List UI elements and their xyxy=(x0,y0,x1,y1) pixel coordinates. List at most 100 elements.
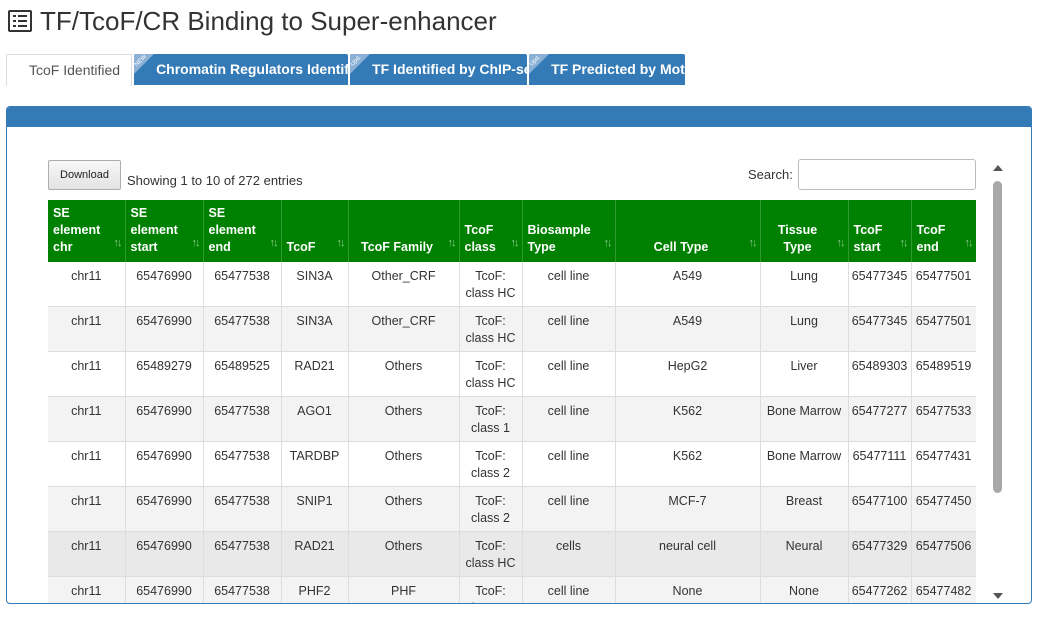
table-cell: AGO1 xyxy=(281,396,349,442)
column-header[interactable]: Cell Type ↑↓ xyxy=(615,200,761,262)
page-title: TF/TcoF/CR Binding to Super-enhancer xyxy=(40,5,497,36)
table-cell: TARDBP xyxy=(281,441,349,487)
table-cell: 65477262 xyxy=(848,576,912,603)
table-cell: chr11 xyxy=(48,351,126,397)
table-cell: A549 xyxy=(615,306,761,352)
sort-icon[interactable]: ↑↓ xyxy=(749,235,758,252)
column-header[interactable]: SE element end ↑↓ xyxy=(203,200,282,262)
sort-icon[interactable]: ↑↓ xyxy=(448,235,457,252)
table-cell: 65477329 xyxy=(848,531,912,577)
scroll-up-arrow-icon[interactable] xyxy=(993,165,1003,171)
sort-icon[interactable]: ↑↓ xyxy=(337,235,346,252)
tab-tf-chipseq[interactable]: Upd. TF Identified by ChIP-seq xyxy=(350,54,528,85)
search-input[interactable] xyxy=(798,159,976,190)
scroll-down-arrow-icon[interactable] xyxy=(993,593,1003,599)
column-header[interactable]: Tissue Type ↑↓ xyxy=(760,200,849,262)
table-cell: 65477450 xyxy=(911,486,976,532)
table-cell: neural cell xyxy=(615,531,761,577)
panel-body: Download Showing 1 to 10 of 272 entries … xyxy=(7,127,1031,603)
tab-bar: TcoF Identified NEW Chromatin Regulators… xyxy=(6,54,687,86)
tab-label: TcoF Identified xyxy=(29,62,121,78)
results-panel: Download Showing 1 to 10 of 272 entries … xyxy=(6,106,1032,604)
column-header-label: Biosample Type xyxy=(527,223,591,254)
table-cell: 65489519 xyxy=(911,351,976,397)
download-button[interactable]: Download xyxy=(48,160,121,190)
sort-icon[interactable]: ↑↓ xyxy=(270,235,279,252)
table-cell: 65477506 xyxy=(911,531,976,577)
panel-heading xyxy=(7,107,1031,127)
column-header[interactable]: TcoF ↑↓ xyxy=(281,200,349,262)
table-cell: Bone Marrow xyxy=(760,441,849,487)
table-row[interactable]: chr11 65476990 65477538 SIN3A Other_CRF TcoF:… xyxy=(48,306,976,352)
column-header[interactable]: TcoF start ↑↓ xyxy=(848,200,912,262)
table-cell: 65477482 xyxy=(911,576,976,603)
sort-icon[interactable]: ↑↓ xyxy=(837,235,846,252)
tab-label: TF Identified by ChIP-seq xyxy=(372,61,528,77)
sort-icon[interactable]: ↑↓ xyxy=(900,235,909,252)
column-header-label: TcoF Family xyxy=(360,240,433,254)
table-cell: 65476990 xyxy=(125,396,204,442)
table-cell: Lung xyxy=(760,262,849,307)
sort-icon[interactable]: ↑↓ xyxy=(511,235,520,252)
table-cell: TcoF: class HC xyxy=(459,576,523,603)
table-cell: 65477111 xyxy=(848,441,912,487)
table-body: chr11 65476990 65477538 SIN3A Other_CRF TcoF:… xyxy=(48,262,976,603)
table-cell: 65477100 xyxy=(848,486,912,532)
table-cell: TcoF: class HC xyxy=(459,531,523,577)
table-cell: 65476990 xyxy=(125,576,204,603)
table-cell: MCF-7 xyxy=(615,486,761,532)
table-cell: cell line xyxy=(522,262,616,307)
sort-icon[interactable]: ↑↓ xyxy=(114,235,123,252)
table-cell: 65489525 xyxy=(203,351,282,397)
table-cell: chr11 xyxy=(48,486,126,532)
tab-tcof-identified[interactable]: TcoF Identified xyxy=(6,54,133,86)
table-cell: TcoF: class HC xyxy=(459,351,523,397)
table-cell: RAD21 xyxy=(281,531,349,577)
table-cell: chr11 xyxy=(48,262,126,307)
column-header[interactable]: SE element start ↑↓ xyxy=(125,200,204,262)
table-cell: Lung xyxy=(760,306,849,352)
table-cell: SIN3A xyxy=(281,306,349,352)
tab-tf-motif[interactable]: Upd. TF Predicted by Motif xyxy=(529,54,686,85)
table-cell: 65476990 xyxy=(125,531,204,577)
table-cell: SNIP1 xyxy=(281,486,349,532)
column-header[interactable]: TcoF end ↑↓ xyxy=(911,200,976,262)
table-row[interactable]: chr11 65489279 65489525 RAD21 Others TcoF: cl… xyxy=(48,351,976,397)
table-cell: 65489279 xyxy=(125,351,204,397)
table-row[interactable]: chr11 65476990 65477538 TARDBP Others TcoF: c… xyxy=(48,441,976,487)
column-header-label: Cell Type xyxy=(653,240,709,254)
sort-icon[interactable]: ↑↓ xyxy=(604,235,613,252)
column-header[interactable]: TcoF class ↑↓ xyxy=(459,200,523,262)
table-cell: cell line xyxy=(522,576,616,603)
table-cell: Other_CRF xyxy=(348,306,460,352)
sort-icon[interactable]: ↑↓ xyxy=(192,235,201,252)
column-header-label: TcoF end xyxy=(916,223,946,254)
scroll-thumb[interactable] xyxy=(993,181,1002,493)
column-header[interactable]: Biosample Type ↑↓ xyxy=(522,200,616,262)
column-header-label: Tissue Type xyxy=(777,223,818,254)
tab-chromatin-regulators[interactable]: NEW Chromatin Regulators Identified xyxy=(134,54,349,85)
table-cell: cell line xyxy=(522,351,616,397)
search-label: Search: xyxy=(748,167,793,182)
column-header-label: SE element start xyxy=(130,206,178,254)
table-row[interactable]: chr11 65476990 65477538 SIN3A Other_CRF TcoF:… xyxy=(48,262,976,307)
table-row[interactable]: chr11 65476990 65477538 AGO1 Others TcoF: cla… xyxy=(48,396,976,442)
column-header[interactable]: SE element chr ↑↓ xyxy=(48,200,126,262)
vertical-scrollbar[interactable] xyxy=(992,165,1004,603)
table-cell: 65477538 xyxy=(203,396,282,442)
table-cell: 65476990 xyxy=(125,306,204,352)
table-cell: K562 xyxy=(615,441,761,487)
table-cell: chr11 xyxy=(48,306,126,352)
table-row[interactable]: chr11 65476990 65477538 SNIP1 Others TcoF: cl… xyxy=(48,486,976,532)
table-cell: Liver xyxy=(760,351,849,397)
sort-icon[interactable]: ↑↓ xyxy=(965,235,974,252)
table-row[interactable]: chr116547699065477538PHF2PHFTcoF: class … xyxy=(48,576,976,603)
table-scroll-area[interactable]: SE element chr ↑↓ SE element start ↑↓ SE ele… xyxy=(48,200,976,603)
table-cell: None xyxy=(760,576,849,603)
table-row[interactable]: chr11 65476990 65477538 RAD21 Others TcoF: cl… xyxy=(48,531,976,577)
table-cell: Others xyxy=(348,351,460,397)
table-cell: Neural xyxy=(760,531,849,577)
column-header[interactable]: TcoF Family ↑↓ xyxy=(348,200,460,262)
table-cell: chr11 xyxy=(48,576,126,603)
table-cell: cell line xyxy=(522,486,616,532)
